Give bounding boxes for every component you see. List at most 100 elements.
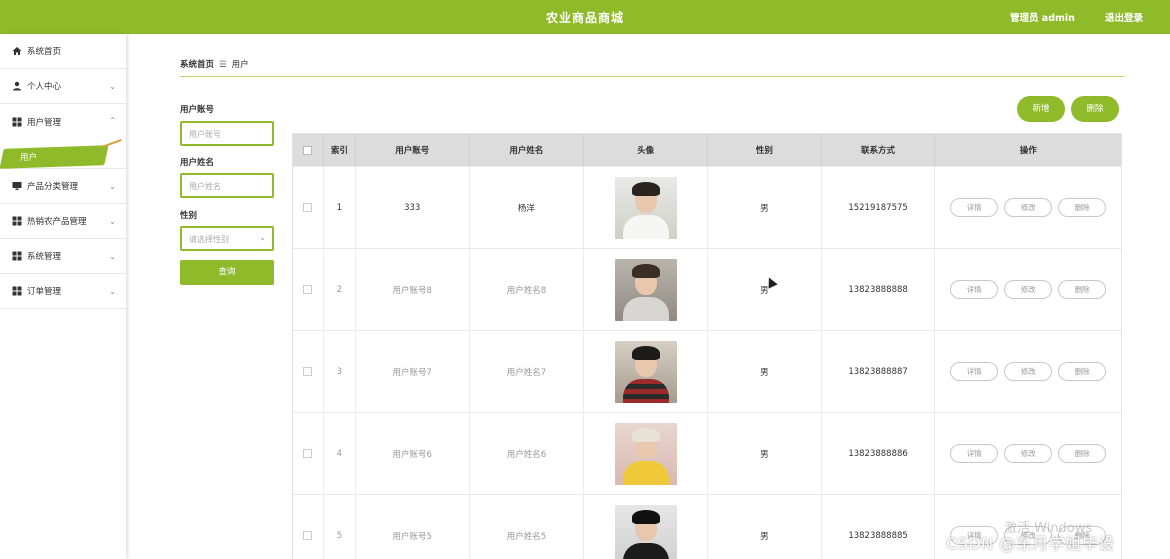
cell-account: 333 (356, 167, 470, 248)
cell-phone: 13823888888 (822, 249, 936, 330)
table-header: 索引 用户账号 用户姓名 头像 性别 联系方式 操作 (293, 134, 1121, 166)
bulk-delete-button[interactable]: 删除 (1071, 96, 1119, 122)
sidebar-subitem-label: 用户 (20, 153, 38, 163)
sidebar: 系统首页 个人中心 ⌄ 用户管理 ⌃ 用户 产品分类管理 ⌄ 热销农产品管理 ⌄ (0, 34, 126, 559)
top-header: 农业商品商城 管理员 admin 退出登录 (0, 0, 1170, 34)
breadcrumb-current: 用户 (231, 60, 249, 70)
avatar (614, 504, 677, 559)
detail-button[interactable]: 详情 (950, 280, 999, 299)
grid-icon (12, 286, 22, 296)
admin-label[interactable]: 管理员 admin (1010, 10, 1075, 24)
chevron-down-icon: ⌄ (109, 252, 116, 261)
delete-button[interactable]: 删除 (1058, 280, 1107, 299)
sidebar-item-product-category[interactable]: 产品分类管理 ⌄ (0, 169, 126, 204)
sidebar-item-system[interactable]: 系统管理 ⌄ (0, 239, 126, 274)
column-header: 用户账号 (356, 134, 470, 166)
divider (180, 76, 1124, 77)
cell-index: 5 (324, 495, 356, 559)
column-header: 用户姓名 (470, 134, 585, 166)
account-input[interactable]: 用户账号 (180, 121, 274, 146)
sidebar-item-label: 个人中心 (27, 82, 62, 92)
avatar (614, 176, 677, 239)
chevron-down-icon: ⌄ (259, 233, 266, 242)
sidebar-item-hot-products[interactable]: 热销农产品管理 ⌄ (0, 204, 126, 239)
cell-name: 用户姓名8 (470, 249, 585, 330)
chevron-down-icon: ⌄ (109, 82, 116, 91)
avatar (614, 340, 677, 403)
row-checkbox[interactable] (303, 449, 313, 458)
delete-button[interactable]: 删除 (1058, 198, 1107, 217)
row-checkbox[interactable] (303, 203, 313, 212)
query-button[interactable]: 查询 (180, 260, 274, 285)
avatar (614, 422, 677, 485)
detail-button[interactable]: 详情 (950, 198, 999, 217)
grid-icon (12, 117, 22, 127)
edit-button[interactable]: 修改 (1004, 198, 1053, 217)
cell-index: 3 (324, 331, 356, 412)
table-row[interactable]: 4 用户账号6 用户姓名6 男 13823888886 详情 修改 删除 (293, 412, 1121, 494)
sidebar-subitem-user[interactable]: 用户 (0, 139, 126, 169)
chevron-up-icon: ⌃ (109, 116, 116, 125)
breadcrumb-home[interactable]: 系统首页 (180, 60, 214, 70)
home-icon (12, 46, 22, 56)
name-input[interactable]: 用户姓名 (180, 173, 274, 198)
sidebar-item-label: 系统首页 (27, 47, 62, 57)
avatar (614, 258, 677, 321)
sidebar-item-personal-center[interactable]: 个人中心 ⌄ (0, 69, 126, 104)
row-checkbox[interactable] (303, 367, 313, 376)
cell-gender: 男 (708, 413, 822, 494)
table-row[interactable]: 1 333 杨洋 男 15219187575 详情 修改 删除 (293, 166, 1121, 248)
sidebar-item-home[interactable]: 系统首页 (0, 34, 126, 69)
edit-button[interactable]: 修改 (1004, 362, 1053, 381)
gender-label: 性别 (180, 211, 198, 221)
select-all-checkbox[interactable] (303, 145, 313, 155)
breadcrumb-separator-icon: ☰ (219, 60, 227, 70)
table-row[interactable]: 3 用户账号7 用户姓名7 男 13823888887 详情 修改 删除 (293, 330, 1121, 412)
cell-account: 用户账号7 (356, 331, 470, 412)
cell-name: 用户姓名5 (470, 495, 585, 559)
sidebar-item-label: 产品分类管理 (27, 182, 79, 192)
grid-icon (12, 251, 22, 261)
detail-button[interactable]: 详情 (950, 444, 999, 463)
add-button[interactable]: 新增 (1017, 96, 1065, 122)
chevron-down-icon: ⌄ (109, 182, 116, 191)
cell-gender: 男 (708, 495, 822, 559)
sidebar-item-orders[interactable]: 订单管理 ⌄ (0, 274, 126, 309)
cell-account: 用户账号5 (356, 495, 470, 559)
row-checkbox[interactable] (303, 285, 313, 294)
edit-button[interactable]: 修改 (1004, 444, 1053, 463)
gender-select[interactable]: 请选择性别 ⌄ (180, 226, 274, 251)
delete-button[interactable]: 删除 (1058, 444, 1107, 463)
cell-name: 杨洋 (470, 167, 585, 248)
sidebar-item-user-management[interactable]: 用户管理 ⌃ (0, 104, 126, 139)
row-checkbox[interactable] (303, 531, 313, 540)
delete-button[interactable]: 删除 (1058, 362, 1107, 381)
logout-link[interactable]: 退出登录 (1105, 10, 1143, 24)
column-header: 联系方式 (822, 134, 936, 166)
chevron-down-icon: ⌄ (109, 217, 116, 226)
table-row[interactable]: 2 用户账号8 用户姓名8 男 13823888888 详情 修改 删除 (293, 248, 1121, 330)
cell-phone: 15219187575 (822, 167, 936, 248)
cell-gender: 男 (708, 167, 822, 248)
cell-name: 用户姓名7 (470, 331, 585, 412)
sidebar-item-label: 系统管理 (27, 252, 62, 262)
column-header: 性别 (708, 134, 822, 166)
column-header: 索引 (324, 134, 356, 166)
cell-index: 4 (324, 413, 356, 494)
sidebar-item-label: 订单管理 (27, 287, 62, 297)
cell-phone: 13823888885 (822, 495, 936, 559)
cell-index: 1 (324, 167, 356, 248)
gender-select-value: 请选择性别 (189, 235, 229, 244)
cell-account: 用户账号6 (356, 413, 470, 494)
sidebar-item-label: 热销农产品管理 (27, 217, 87, 227)
user-icon (12, 81, 22, 91)
cell-gender: 男 (708, 331, 822, 412)
column-header: 操作 (1019, 146, 1037, 156)
account-label: 用户账号 (180, 105, 215, 115)
active-highlight (0, 145, 109, 169)
cell-name: 用户姓名6 (470, 413, 585, 494)
cell-account: 用户账号8 (356, 249, 470, 330)
edit-button[interactable]: 修改 (1004, 280, 1053, 299)
column-header: 头像 (584, 134, 708, 166)
detail-button[interactable]: 详情 (950, 362, 999, 381)
